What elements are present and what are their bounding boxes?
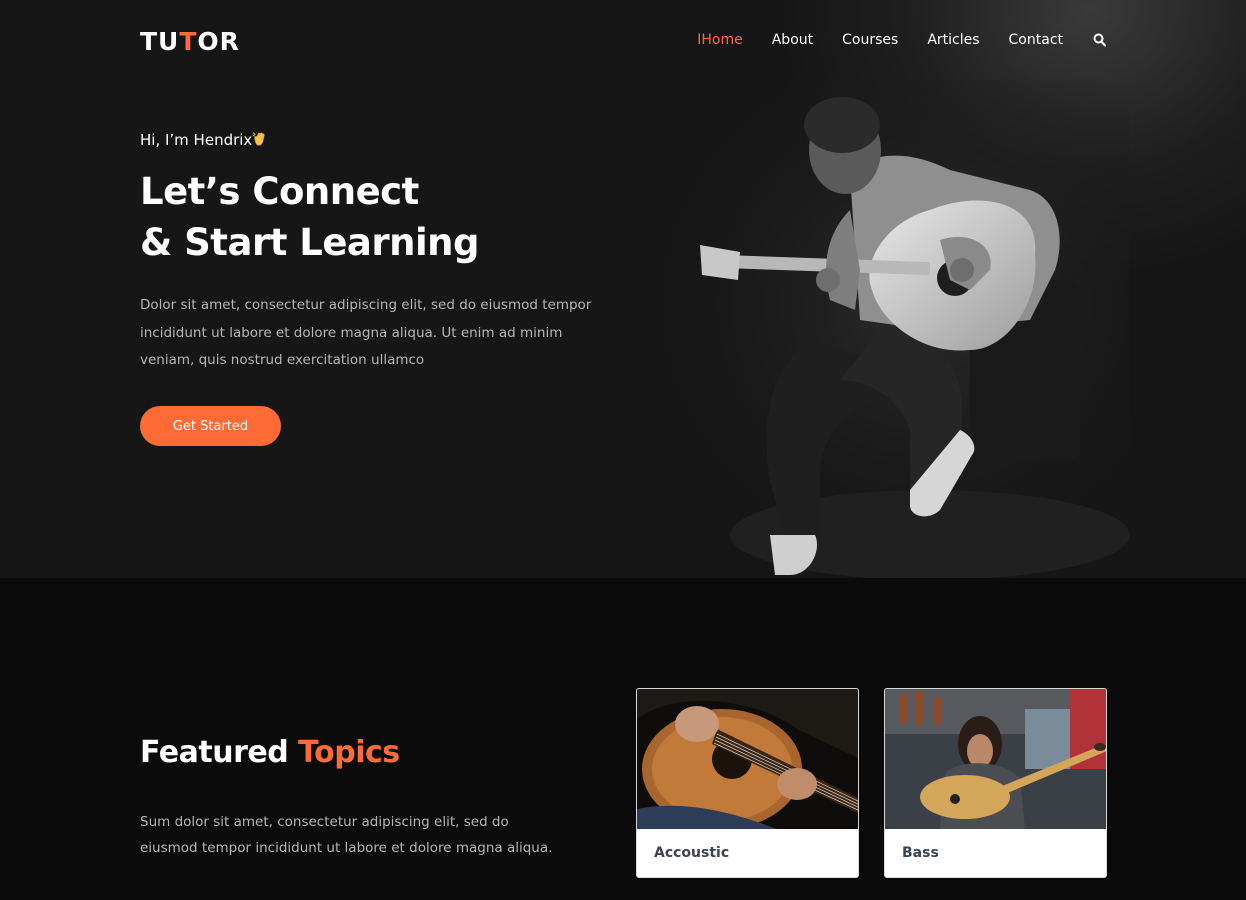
logo-text-suffix: OR <box>197 27 240 56</box>
nav-articles[interactable]: Articles <box>927 32 979 48</box>
featured-title-accent: Topics <box>298 735 400 770</box>
waving-hand-icon <box>252 131 268 151</box>
hero-greeting: Hi, I’m Hendrix <box>140 131 268 151</box>
nav-courses[interactable]: Courses <box>842 32 898 48</box>
topic-card-acoustic[interactable]: Accoustic <box>636 688 859 878</box>
topic-card-bass[interactable]: Bass <box>884 688 1107 878</box>
nav-contact[interactable]: Contact <box>1009 32 1063 48</box>
nav-home[interactable]: IHome <box>697 32 742 48</box>
hero-headline: Let’s Connect & Start Learning <box>140 166 480 268</box>
featured-title-main: Featured <box>140 735 289 770</box>
featured-topics-title: Featured Topics <box>140 735 400 770</box>
hero-section: TUTOR IHome About Courses Articles Conta… <box>0 0 1246 578</box>
greeting-text: Hi, I’m Hendrix <box>140 131 253 149</box>
nav-about[interactable]: About <box>772 32 813 48</box>
logo[interactable]: TUTOR <box>140 27 240 56</box>
headline-line-1: Let’s Connect <box>140 170 419 213</box>
hero-guitarist-photo <box>610 80 1130 578</box>
hero-description: Dolor sit amet, consectetur adipiscing e… <box>140 297 592 368</box>
logo-text-accent: T <box>179 27 198 56</box>
bass-guitar-image <box>885 689 1106 829</box>
main-nav: IHome About Courses Articles Contact <box>668 32 1107 48</box>
headline-line-2: & Start Learning <box>140 221 480 264</box>
get-started-button[interactable]: Get Started <box>140 406 281 446</box>
topic-card-label: Bass <box>902 845 939 861</box>
search-icon[interactable] <box>1093 32 1107 48</box>
featured-description: Sum dolor sit amet, consectetur adipisci… <box>140 814 553 856</box>
featured-topics-section: Featured Topics Sum dolor sit amet, cons… <box>0 578 1246 900</box>
logo-text-prefix: TU <box>140 27 180 56</box>
topic-card-label: Accoustic <box>654 845 730 861</box>
acoustic-guitar-image <box>637 689 858 829</box>
